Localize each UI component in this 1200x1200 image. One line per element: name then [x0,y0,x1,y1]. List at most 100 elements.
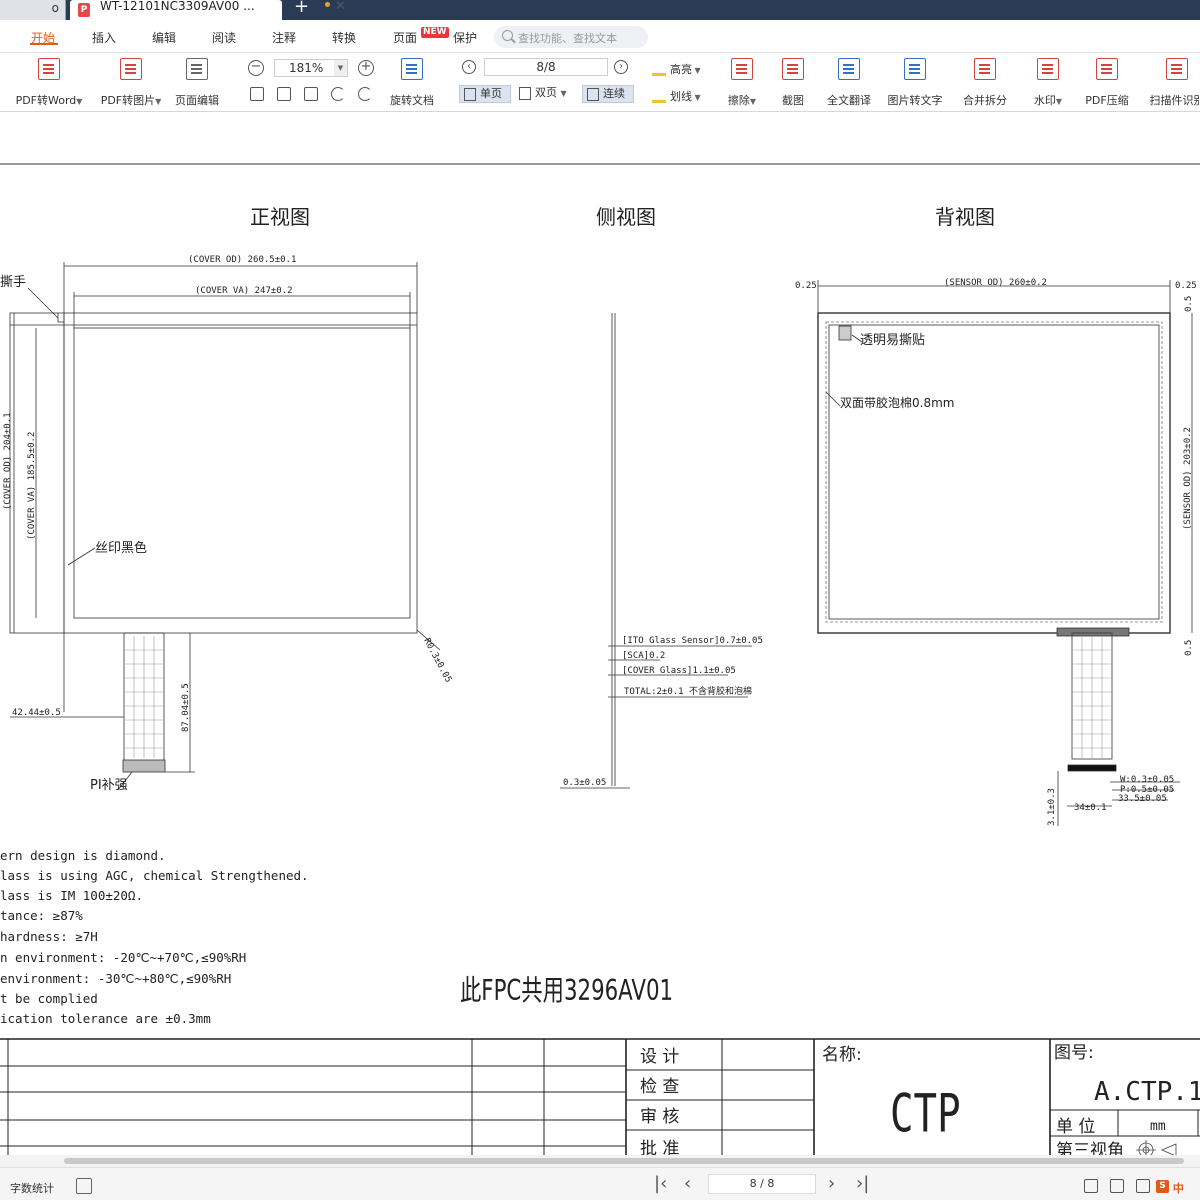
rotate-document-icon [401,58,423,80]
first-page-icon[interactable]: |‹ [654,1173,667,1194]
tab-previous[interactable]: o [0,0,66,20]
scan-recognize-button[interactable]: 扫描件识别 [1146,58,1200,108]
sidebar-toggle-icon[interactable] [76,1178,92,1194]
note-line-5: hardness: ≥7H [0,929,98,944]
menu-read[interactable]: 阅读 [212,29,236,46]
margin-top-label: 0.5 [1184,296,1194,312]
input-method-indicator[interactable]: S 中 [1156,1180,1200,1196]
zoom-in-icon[interactable]: + [358,60,374,76]
zoom-out-icon[interactable]: − [248,60,264,76]
fullscreen-icon[interactable] [1136,1179,1150,1193]
cover-va-width-label: (COVER VA) 247±0.2 [195,286,293,296]
silkscreen-label: 丝印黑色 [95,540,147,556]
cover-od-width-label: (COVER OD) 260.5±0.1 [188,255,296,265]
status-page-value: 8 / 8 [749,1177,775,1190]
fpc-thickness-label: 0.3±0.05 [563,778,606,788]
screenshot-button[interactable]: 截图 [776,58,810,108]
fit-width-icon[interactable] [304,87,318,101]
last-page-icon[interactable]: ›| [856,1173,869,1194]
zoom-select[interactable]: 181% ▼ [274,59,348,77]
menu-annotate[interactable]: 注释 [272,29,296,46]
status-page-input[interactable]: 8 / 8 [708,1174,816,1194]
double-page-label: 双页 [535,86,557,99]
zoom-value: 181% [289,61,324,75]
back-fpc-grid [1072,636,1112,758]
pdf-compress-button[interactable]: PDF压缩 [1082,58,1132,108]
note-line-3: lass is IM 100±20Ω. [0,888,143,903]
highlight-label: 高亮 [670,63,692,76]
pdf-to-word-icon [38,58,60,80]
rotate-document-button[interactable]: 旋转文档 [386,58,438,108]
pdf-to-word-button[interactable]: PDF转Word▼ [10,58,88,108]
erase-label: 擦除 [727,94,750,107]
ime-logo-icon: S [1156,1180,1169,1193]
erase-button[interactable]: 擦除▼ [724,58,760,108]
note-line-2: lass is using AGC, chemical Strengthened… [0,868,309,883]
menu-convert[interactable]: 转换 [332,29,356,46]
actual-size-icon[interactable] [250,87,264,101]
new-badge: NEW [421,27,449,38]
rotate-left-icon[interactable] [331,87,345,101]
side-view [560,313,752,789]
tear-tab-label: 撕手 [0,275,26,290]
menu-insert[interactable]: 插入 [92,29,116,46]
new-tab-icon[interactable]: + [294,0,309,17]
single-page-button[interactable]: 单页 [459,85,511,103]
tab-close-icon[interactable]: ✕ [335,0,346,14]
tab-document[interactable]: P WT-12101NC3309AV00 ... ✕ [70,0,346,20]
menu-protect[interactable]: 保护 [453,29,477,46]
prev-page-icon[interactable]: ‹ [684,1173,691,1194]
menu-page[interactable]: 页面 [393,29,417,46]
sensor-od-width-label: (SENSOR OD) 260±0.2 [944,278,1047,288]
page-edit-button[interactable]: 页面编辑 [172,58,222,108]
document-viewport[interactable]: 正视图 侧视图 背视图 (COVER OD) 260.5±0.1 (COVER … [0,113,1200,1155]
sca-label: [SCA]0.2 [622,651,665,661]
status-bar: 字数统计 |‹ ‹ 8 / 8 › ›| S 中 [0,1167,1200,1200]
page-number-value: 8/8 [536,60,556,74]
menu-edit[interactable]: 编辑 [152,29,176,46]
foam-label-leader [825,391,841,407]
search-input[interactable]: 查找功能、查找文本 [494,26,648,48]
next-page-status-icon[interactable]: › [828,1173,835,1194]
note-line-1: ern design is diamond. [0,848,166,863]
double-page-button[interactable]: 双页 ▼ [515,85,577,103]
drawing-number-label: 图号: [1054,1043,1094,1063]
page-number-input[interactable]: 8/8 [484,58,608,76]
cover-outline [9,312,418,634]
fpc-bond-area [1056,627,1130,637]
fit-page-status-icon[interactable] [1084,1179,1098,1193]
full-translate-button[interactable]: 全文翻译 [824,58,874,108]
rotate-document-label: 旋转文档 [390,94,434,107]
next-page-icon[interactable]: › [614,60,628,74]
title-block-grid [0,1038,1200,1155]
word-count-button[interactable]: 字数统计 [10,1180,54,1196]
chevron-down-icon: ▼ [334,60,347,76]
highlight-button[interactable]: 高亮 ▼ [652,61,701,77]
single-page-icon [464,88,476,101]
scrollbar-thumb[interactable] [64,1158,1184,1164]
fit-page-icon[interactable] [277,87,291,101]
note-line-8: t be complied [0,991,98,1006]
horizontal-scrollbar[interactable] [0,1155,1200,1167]
view-mode-icon[interactable] [1110,1179,1124,1193]
fpc-length-label: 87.04±0.5 [181,683,191,732]
strikeline-button[interactable]: 划线 ▼ [652,88,701,104]
note-line-7: environment: -30℃~+80℃,≤90%RH [0,971,231,986]
pi-stiffener-label: PI补强 [90,778,128,793]
projection-label: 第三视角 [1056,1141,1124,1155]
continuous-button[interactable]: 连续 [582,85,634,103]
double-tape-foam-label: 双面带胶泡棉0.8mm [840,395,954,410]
image-to-text-button[interactable]: 图片转文字 [884,58,946,108]
rotate-right-icon[interactable] [358,87,372,101]
design-label: 设 计 [640,1047,679,1067]
merge-split-button[interactable]: 合并拆分 [960,58,1010,108]
page-edit-icon [186,58,208,80]
ime-language: 中 [1172,1182,1184,1195]
front-fpc-grid [124,636,164,758]
note-line-9: ication tolerance are ±0.3mm [0,1011,211,1026]
strikeline-label: 划线 [670,90,692,103]
pdf-to-image-button[interactable]: PDF转图片▼ [96,58,166,108]
previous-page-icon[interactable]: ‹ [462,60,476,74]
watermark-button[interactable]: 水印▼ [1030,58,1066,108]
projection-symbol-icon [1136,1140,1177,1155]
